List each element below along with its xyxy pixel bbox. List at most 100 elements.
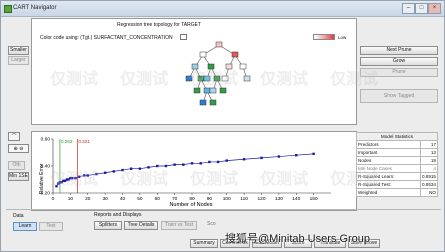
tree-node[interactable] [209, 87, 217, 94]
reports-group-label: Reports and Displays [94, 212, 142, 218]
x-tick-label: 30 [102, 196, 108, 202]
stat-label: Weighted [356, 188, 421, 197]
x-tick-label: 60 [155, 196, 161, 202]
x-tick-label: 90 [207, 196, 213, 202]
data-point [74, 176, 77, 180]
larger-button[interactable]: Larger [8, 56, 29, 65]
tree-node[interactable] [219, 87, 227, 94]
learn-button[interactable]: Learn [13, 222, 37, 231]
tree-node[interactable] [239, 63, 247, 70]
splitters-button[interactable]: Splitters [94, 221, 122, 230]
maximize-icon[interactable]: □ [415, 3, 428, 14]
data-point [138, 167, 142, 170]
app-icon [4, 5, 12, 13]
data-point [208, 160, 211, 164]
prune-button[interactable]: Prune [360, 68, 438, 77]
tree-node[interactable] [199, 99, 207, 106]
tree-diagram[interactable] [181, 41, 261, 121]
y-tick-label: 0.60 [41, 137, 51, 143]
close-icon[interactable]: × [428, 3, 441, 14]
tree-node[interactable] [213, 75, 221, 82]
data-point [173, 163, 176, 166]
tree-node[interactable] [197, 75, 205, 82]
data-point [216, 160, 220, 164]
line-chart-icon[interactable]: ⌒ [8, 132, 20, 141]
stat-value: 13 [419, 148, 439, 157]
stat-label: Predictors [356, 140, 421, 149]
show-tagged-button[interactable]: Show Tagged [360, 89, 438, 103]
x-tick-label: 140 [292, 196, 300, 202]
tree-node[interactable] [185, 75, 193, 82]
window-title: CART Navigator [13, 5, 57, 11]
tree-node[interactable] [199, 51, 207, 58]
data-point [225, 159, 228, 162]
grow-button[interactable]: Grow [360, 57, 438, 66]
test-button[interactable]: Test [39, 222, 63, 231]
data-point [83, 174, 86, 177]
x-tick-label: 0 [52, 196, 55, 202]
data-group-label: Data [13, 213, 24, 219]
data-point [121, 168, 124, 172]
tree-node[interactable] [225, 63, 233, 70]
next-prune-button[interactable]: Next Prune [360, 46, 438, 55]
x-tick-label: 100 [223, 196, 231, 202]
tree-node[interactable] [191, 63, 199, 70]
stat-value: 0.8534 [419, 180, 439, 189]
data-point [156, 164, 159, 168]
stat-label: Important [356, 148, 421, 157]
tree-node[interactable] [221, 75, 229, 82]
relative-error-line [56, 153, 314, 187]
x-tick-label: 50 [137, 196, 143, 202]
data-point [312, 152, 315, 156]
zoom-tools-icon[interactable]: ⊕ ⊖ [8, 144, 29, 153]
x-axis-title: Number of Nodes [169, 202, 212, 208]
tree-details-button[interactable]: Tree Details [124, 221, 158, 230]
train-vs-test-button[interactable]: Train vs Test [161, 221, 197, 230]
stat-label: Nodes [356, 156, 421, 165]
color-dropdown-icon[interactable] [180, 34, 187, 40]
x-tick-label: 10 [68, 196, 74, 202]
data-point [55, 185, 58, 188]
data-point [103, 171, 107, 174]
data-point [277, 155, 281, 158]
tree-node[interactable] [215, 41, 223, 48]
smaller-button[interactable]: Smaller [8, 46, 29, 55]
score-group-label: Sco [207, 221, 216, 227]
data-point [260, 156, 263, 160]
color-scale-bar [313, 34, 335, 40]
data-point [295, 154, 298, 157]
data-point [164, 164, 168, 168]
stat-label: Min Node Cases [356, 164, 421, 173]
color-code-label: Color code using: (Tgt.) SURFACTANT_CONC… [40, 35, 173, 41]
x-tick-label: 40 [120, 196, 126, 202]
data-point [242, 158, 246, 161]
tree-node[interactable] [203, 75, 211, 82]
data-point [199, 162, 202, 165]
tree-node[interactable] [203, 87, 211, 94]
y-tick-label: 0.20 [41, 191, 51, 197]
x-tick-label: 150 [310, 196, 318, 202]
brand-watermark: 搜狐号@Minitab Users Group [225, 233, 371, 245]
other-button[interactable]: Oth [8, 161, 25, 170]
minimize-icon[interactable]: – [402, 3, 415, 14]
x-tick-label: 110 [240, 196, 248, 202]
min-1se-button[interactable]: Min 1SE [8, 172, 29, 181]
tree-node[interactable] [193, 87, 201, 94]
tree-node[interactable] [243, 75, 251, 82]
x-tick-label: 130 [275, 196, 283, 202]
stat-value: 4 [419, 164, 439, 173]
summary-button[interactable]: Summary [190, 239, 218, 248]
separator [6, 209, 441, 210]
tree-node[interactable] [207, 63, 215, 70]
tree-node[interactable] [209, 99, 217, 106]
tree-node[interactable] [231, 51, 239, 58]
x-tick-label: 20 [85, 196, 91, 202]
cart-navigator-window: CART Navigator – □ × Smaller Larger Regr… [0, 0, 445, 252]
data-point [95, 172, 98, 176]
data-point [182, 163, 185, 166]
legend-low-label: Low [338, 35, 347, 40]
y-tick-label: 0.40 [41, 164, 51, 170]
relative-error-chart[interactable]: Relative Error Number of Nodes 0.200.400… [31, 131, 357, 211]
stat-value: 0.8915 [419, 172, 439, 181]
stat-value: 17 [419, 140, 439, 149]
